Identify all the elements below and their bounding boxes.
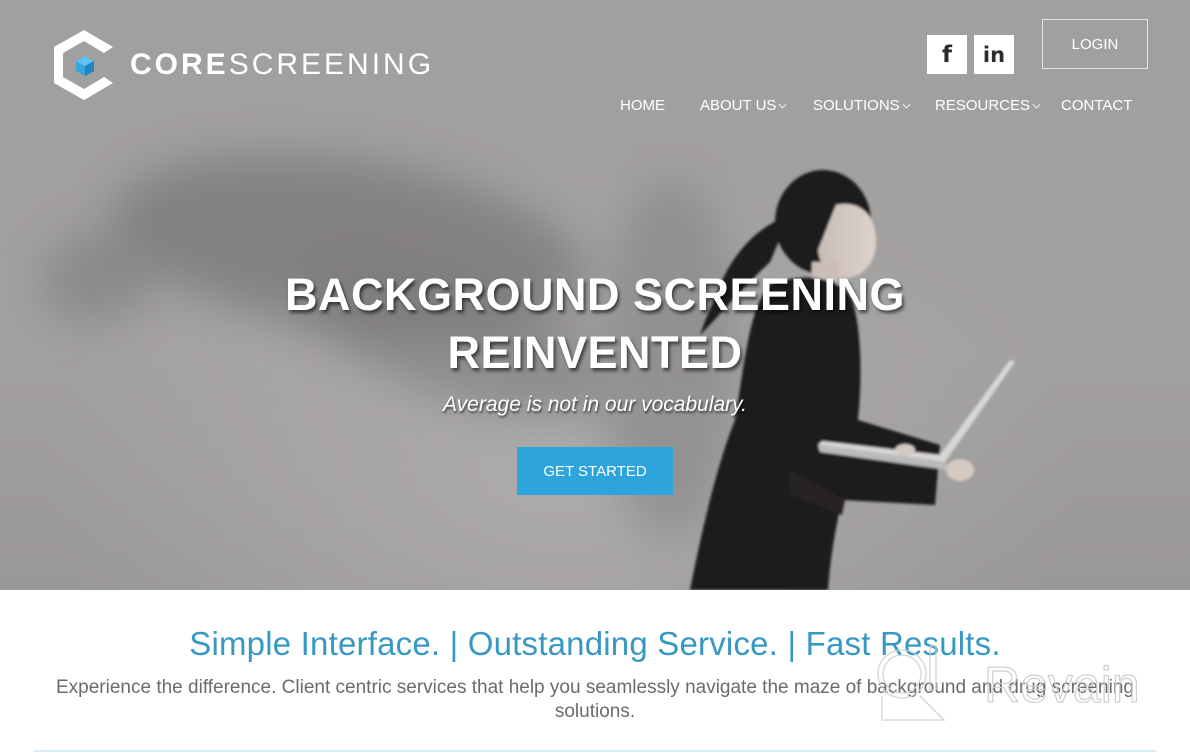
nav-item-label: HOME <box>620 97 665 114</box>
nav-item-label: CONTACT <box>1061 97 1133 114</box>
intro-description: Experience the difference. Client centri… <box>56 677 1134 722</box>
nav-item-about-us[interactable]: ABOUT US <box>700 97 787 114</box>
logo-wordmark: CORESCREENING <box>130 50 434 80</box>
nav-item-home[interactable]: HOME <box>620 97 665 114</box>
intro-tagline: Simple Interface. | Outstanding Service.… <box>189 625 1001 662</box>
logo-screening-text: SCREENING <box>228 48 435 81</box>
hero-subtitle: Average is not in our vocabulary. <box>443 393 747 416</box>
get-started-button[interactable]: GET STARTED <box>517 447 673 495</box>
nav-item-resources[interactable]: RESOURCES <box>935 97 1041 114</box>
hero-title-line-2: REINVENTED <box>447 327 743 378</box>
logo-core-text: CORE <box>130 48 229 81</box>
nav-item-contact[interactable]: CONTACT <box>1061 97 1132 114</box>
facebook-icon: f <box>941 41 952 68</box>
hero-title-line-1: BACKGROUND SCREENING <box>284 269 906 320</box>
facebook-button[interactable]: f <box>927 35 967 74</box>
nav-item-label: ABOUT US <box>700 97 777 114</box>
login-button[interactable]: LOGIN <box>1042 19 1148 69</box>
main-nav: HOME ABOUT US SOLUTIONS RESOURCES CONTAC… <box>0 97 1190 117</box>
chevron-down-icon <box>1032 100 1041 109</box>
nav-item-solutions[interactable]: SOLUTIONS <box>813 97 911 114</box>
logo-hexagon-cube-icon <box>54 30 113 100</box>
section-divider <box>34 750 1156 752</box>
linkedin-button[interactable]: in <box>974 35 1014 74</box>
linkedin-icon: in <box>982 42 1006 67</box>
chevron-down-icon <box>902 100 911 109</box>
nav-item-label: SOLUTIONS <box>813 97 900 114</box>
nav-item-label: RESOURCES <box>935 97 1031 114</box>
hero-section: CORESCREENING f in LOGIN HOME ABOUT US S… <box>0 0 1190 590</box>
logo[interactable]: CORESCREENING <box>52 28 434 102</box>
chevron-down-icon <box>778 100 787 109</box>
hero-title: BACKGROUND SCREENING REINVENTED <box>0 266 1190 382</box>
